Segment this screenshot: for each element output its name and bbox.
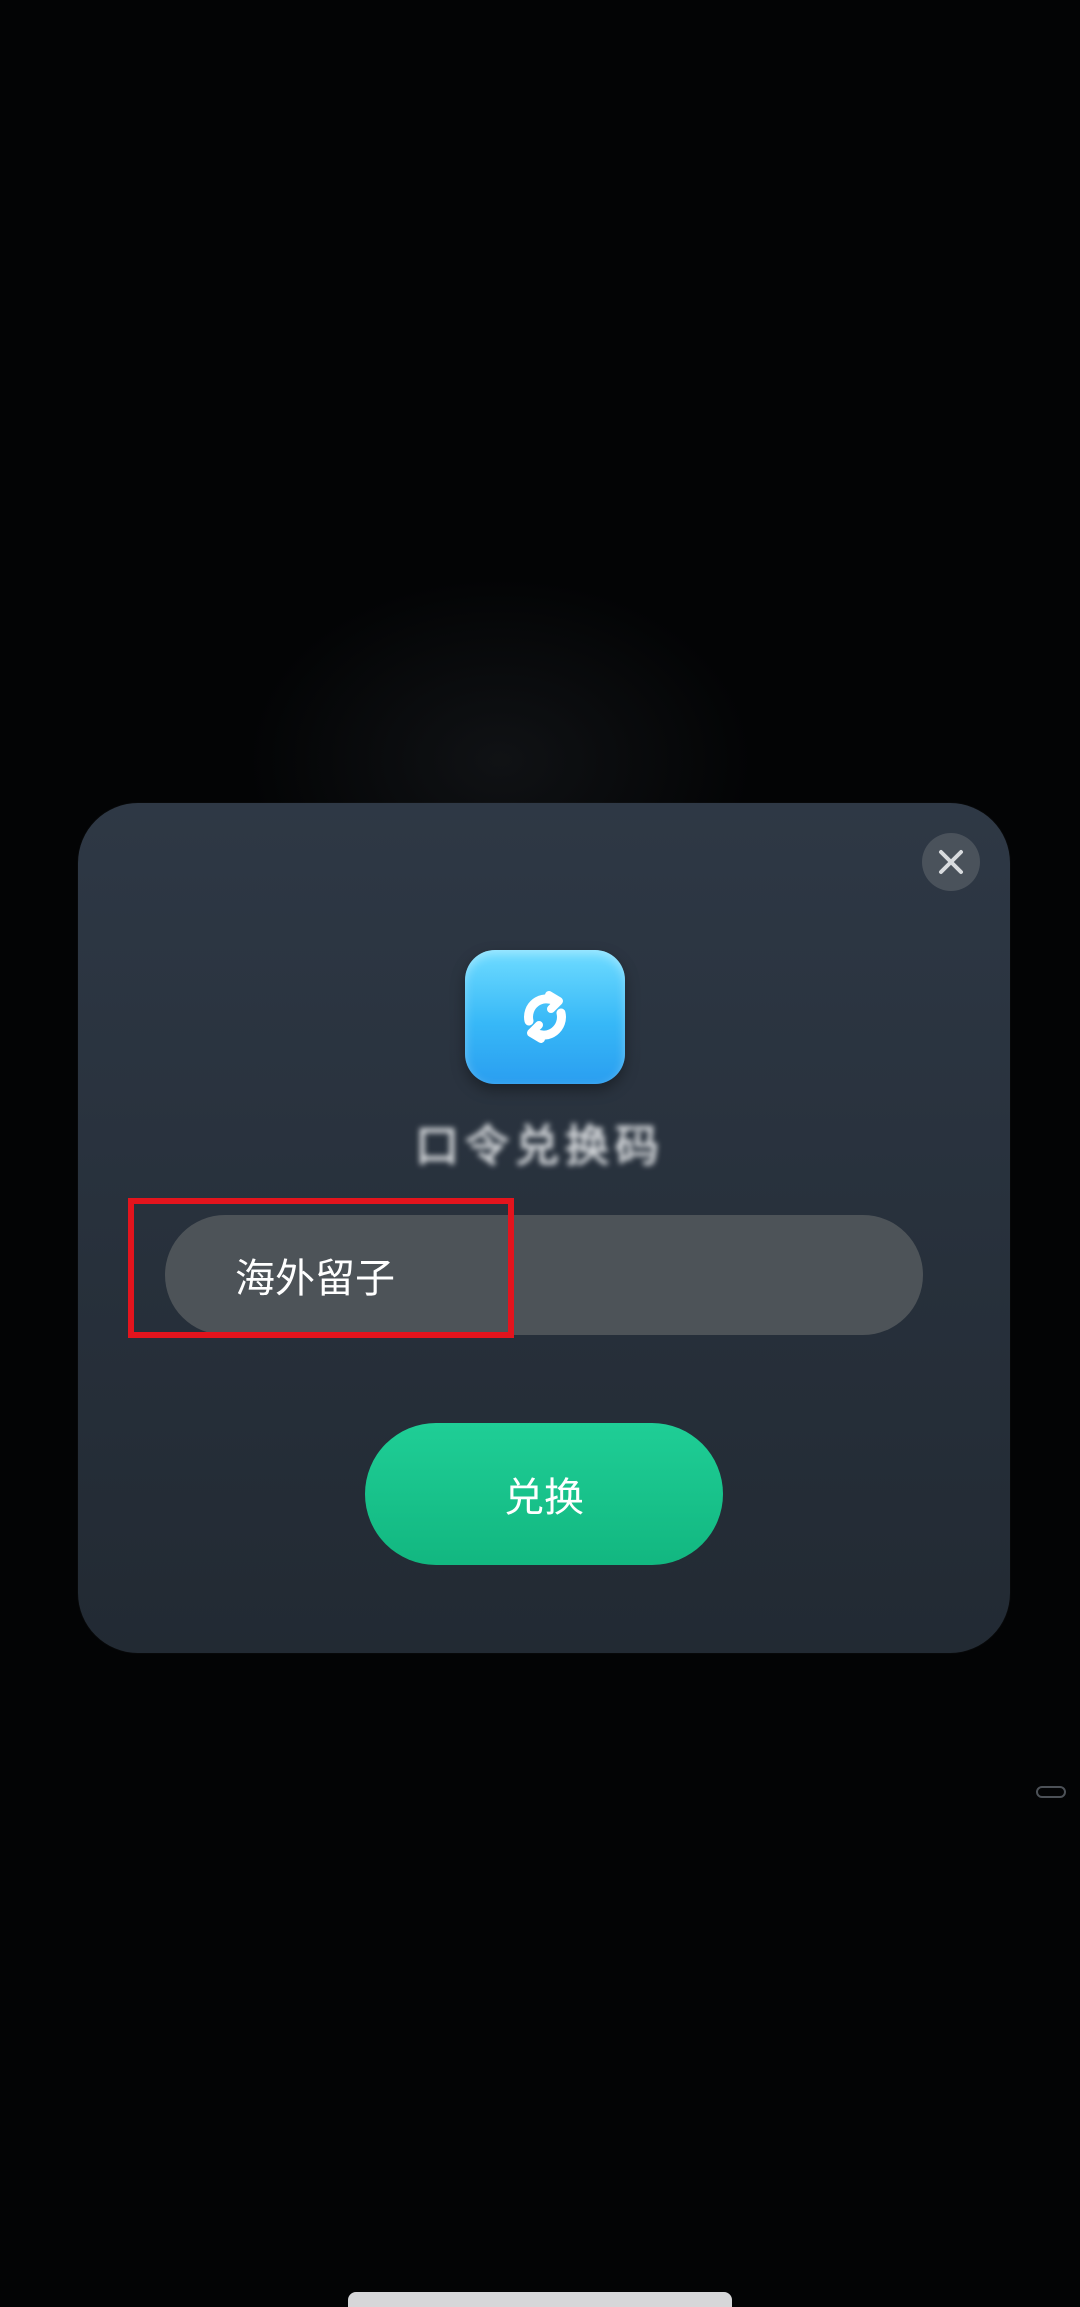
side-handle <box>1036 1786 1066 1798</box>
close-icon <box>939 850 963 874</box>
close-button[interactable] <box>922 833 980 891</box>
dialog-title: 口令兑换码 <box>415 1121 665 1172</box>
code-input[interactable] <box>165 1215 923 1335</box>
redeem-button[interactable]: 兑换 <box>365 1423 723 1565</box>
app-icon <box>465 950 625 1084</box>
home-indicator[interactable] <box>348 2292 732 2307</box>
screen: 口令兑换码 兑换 <box>0 0 1080 2307</box>
refresh-cycle-icon <box>524 991 566 1043</box>
